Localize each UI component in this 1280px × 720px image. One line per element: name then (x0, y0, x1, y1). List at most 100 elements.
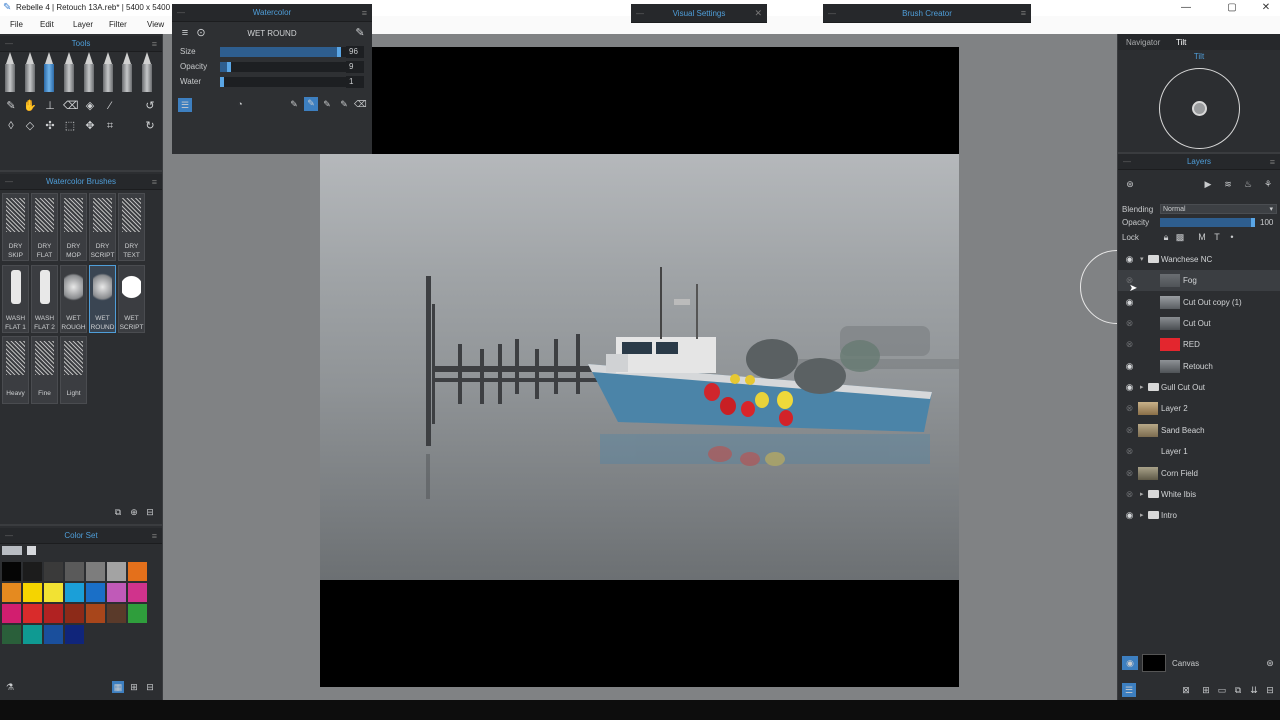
delete-layer-icon[interactable]: ⊟ (1264, 684, 1276, 696)
layer-row[interactable]: ⊗ Cut Out (1118, 313, 1280, 334)
slider-knob[interactable] (337, 47, 341, 57)
color-swatch[interactable] (86, 583, 105, 602)
duplicate-brush-icon[interactable]: ⊕ (128, 506, 140, 518)
panel-menu-icon[interactable]: ≡ (152, 174, 157, 190)
eye-hidden-icon[interactable]: ⊗ (1124, 468, 1135, 479)
color-swatch[interactable] (44, 604, 63, 623)
tilt-knob[interactable] (1192, 101, 1207, 116)
slider-knob[interactable] (227, 62, 231, 72)
canvas-layer-row[interactable]: ◉ Canvas ⊛ (1118, 652, 1280, 674)
brush-preset[interactable]: WASH FLAT 1 (2, 265, 29, 333)
color-swatch[interactable] (2, 562, 21, 581)
panel-menu-icon[interactable]: ≡ (152, 36, 157, 52)
eye-hidden-icon[interactable]: ⊗ (1124, 489, 1135, 500)
color-swatch[interactable] (86, 562, 105, 581)
layer-row[interactable]: ⊗ Layer 2 (1118, 398, 1280, 419)
panel-menu-icon[interactable]: ≡ (362, 4, 367, 22)
color-swatch[interactable] (2, 625, 21, 644)
layer-settings-icon[interactable]: ⊛ (1124, 178, 1136, 190)
slider-knob[interactable] (220, 77, 224, 87)
mask-icon[interactable]: M (1196, 231, 1208, 243)
marker-tool[interactable] (25, 52, 35, 92)
grid-view-icon[interactable]: ▦ (112, 681, 124, 693)
delete-brush-icon[interactable]: ⊟ (144, 506, 156, 518)
canvas-settings-icon[interactable]: ⊛ (1264, 657, 1276, 669)
duplicate-layer-icon[interactable]: ⧉ (1232, 684, 1244, 696)
minimize-button[interactable]: — (1174, 1, 1198, 15)
panel-menu-icon[interactable]: ≡ (152, 528, 157, 544)
color-swatch[interactable] (107, 583, 126, 602)
selection-icon[interactable]: ⬚ (63, 119, 77, 133)
color-swatch[interactable] (128, 604, 147, 623)
eye-icon[interactable]: ◉ (1124, 254, 1135, 265)
color-swatch[interactable] (44, 625, 63, 644)
crop-icon[interactable]: ⌗ (103, 119, 117, 133)
chevron-right-icon[interactable]: ▸ (1140, 511, 1144, 519)
color-swatch[interactable] (86, 604, 105, 623)
paint-mode-icon[interactable]: ◔ (232, 98, 248, 110)
close-button[interactable]: ✕ (1254, 1, 1278, 15)
slider-track[interactable] (220, 62, 346, 72)
brush-preset[interactable]: WET ROUGH (60, 265, 87, 333)
merge-layer-icon[interactable]: ⇊ (1248, 684, 1260, 696)
pencil-icon[interactable]: ✎ (4, 99, 18, 113)
dry-icon[interactable]: ◇ (23, 119, 37, 133)
color-swatch[interactable] (44, 583, 63, 602)
color-swatch[interactable] (107, 562, 126, 581)
eye-hidden-icon[interactable]: ⊗ (1124, 425, 1135, 436)
tab-navigator[interactable]: Navigator (1126, 38, 1160, 47)
eye-hidden-icon[interactable]: ⊗ (1124, 318, 1135, 329)
color-swatch[interactable] (23, 604, 42, 623)
ink-pen-tool[interactable] (64, 52, 74, 92)
wet-layer-icon[interactable]: ≋ (1222, 178, 1234, 190)
brush-preset[interactable]: DRY MOP (60, 193, 87, 261)
eye-icon[interactable]: ◉ (1124, 510, 1135, 521)
color-swatch[interactable] (128, 583, 147, 602)
slider-track[interactable] (220, 77, 346, 87)
brush-preset[interactable]: WET ROUND (89, 265, 116, 333)
eye-hidden-icon[interactable]: ⊗ (1124, 446, 1135, 457)
close-icon[interactable]: ✕ (754, 4, 762, 23)
reset-brush-icon[interactable]: ⊙ (194, 26, 208, 40)
chevron-down-icon[interactable]: ▾ (1140, 255, 1144, 263)
current-color-swatch[interactable] (2, 546, 22, 555)
airbrush-tool[interactable] (142, 52, 152, 92)
blending-select[interactable]: Normal ▾ (1160, 204, 1277, 214)
smudge-icon[interactable]: ✎ (338, 98, 350, 110)
brush-preset[interactable]: Fine (31, 336, 58, 404)
color-swatch[interactable] (65, 604, 84, 623)
new-folder-icon[interactable]: ▭ (1216, 684, 1228, 696)
brush-preset[interactable]: WASH FLAT 2 (31, 265, 58, 333)
layer-row[interactable]: ⊗ RED (1118, 334, 1280, 355)
menu-file[interactable]: File (10, 20, 23, 29)
chevron-right-icon[interactable]: ▸ (1140, 490, 1144, 498)
brush-preset[interactable]: Light (60, 336, 87, 404)
slider-value[interactable]: 96 (346, 46, 364, 58)
panel-menu-icon[interactable]: ≡ (1270, 154, 1275, 170)
brush-preset[interactable]: DRY SCRIPT (89, 193, 116, 261)
color-swatch[interactable] (23, 562, 42, 581)
slider-value[interactable]: 1 (346, 76, 364, 88)
slider-value[interactable]: 9 (346, 61, 364, 73)
tracing-icon[interactable]: T (1211, 231, 1223, 243)
transform-icon[interactable]: ✥ (83, 119, 97, 133)
layer-row[interactable]: ⊗ Fog (1118, 270, 1280, 292)
layer-row[interactable]: ◉ Cut Out copy (1) (1118, 292, 1280, 313)
color-swatch[interactable] (44, 562, 63, 581)
pastel-tool[interactable] (84, 52, 94, 92)
opacity-value[interactable]: 100 (1260, 218, 1273, 227)
layer-row[interactable]: ◉ Retouch (1118, 356, 1280, 377)
watercolor-brush-tool[interactable] (44, 52, 54, 92)
color-picker-icon[interactable]: ⚗ (4, 681, 16, 693)
acrylic-tool[interactable] (122, 52, 132, 92)
brush-preset[interactable]: DRY TEXT (118, 193, 145, 261)
dry-layer-icon[interactable]: ♨ (1242, 178, 1254, 190)
lock-alpha-icon[interactable]: ▩ (1174, 231, 1186, 243)
undo-icon[interactable]: ↺ (143, 99, 157, 113)
charcoal-tool[interactable] (103, 52, 113, 92)
menu-view[interactable]: View (147, 20, 164, 29)
new-layer-icon[interactable]: ⊞ (1200, 684, 1212, 696)
eye-icon[interactable]: ◉ (1124, 297, 1135, 308)
color-swatch[interactable] (107, 604, 126, 623)
play-icon[interactable]: ▶ (1202, 178, 1214, 190)
